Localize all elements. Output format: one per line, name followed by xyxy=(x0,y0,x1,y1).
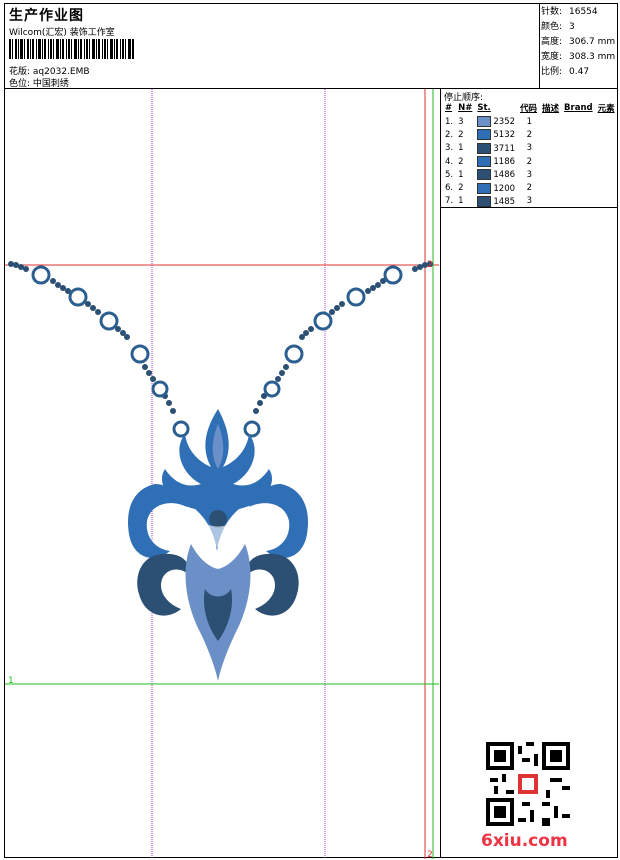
brand xyxy=(562,128,596,141)
spec-row: 宽度: 308.3 mm xyxy=(541,52,616,62)
stop-sequence-table: # N# St. 代码 描述 Brand 元素 1. 3 2352 1 2. 2 5132 2… xyxy=(443,102,618,208)
row-index: 3. xyxy=(445,143,454,154)
stitch-count: 5132 xyxy=(493,130,516,141)
column-header: 代码 xyxy=(520,104,538,114)
stitch-count: 3711 xyxy=(493,143,516,154)
sequence-row: 4. 2 1186 2 xyxy=(443,155,618,168)
guide-marker-2: 2 xyxy=(427,850,433,859)
color-swatch xyxy=(477,129,492,141)
element xyxy=(596,155,618,168)
necklace-chain xyxy=(8,261,433,414)
column-header: # xyxy=(445,103,453,113)
stitch-count: 2352 xyxy=(493,117,516,128)
stitch-cell: 1485 xyxy=(475,195,518,208)
color-swatch xyxy=(477,116,492,128)
sequence-row: 1. 3 2352 1 xyxy=(443,115,618,128)
sequence-row: 7. 1 1485 3 xyxy=(443,195,618,208)
description xyxy=(540,142,562,155)
row-index: 4. xyxy=(445,156,454,167)
color-code: 1 xyxy=(526,116,533,127)
description xyxy=(540,128,562,141)
sequence-row: 3. 1 3711 3 xyxy=(443,142,618,155)
color-swatch xyxy=(477,142,492,154)
stitch-count: 1486 xyxy=(493,170,516,181)
column-header: St. xyxy=(477,103,491,113)
column-header: N# xyxy=(458,103,473,113)
description xyxy=(540,195,562,208)
description xyxy=(540,115,562,128)
production-sheet: 生产作业图 Wilcom(汇宏) 装饰工作室 花版: aq2032.EMB 色位… xyxy=(4,3,618,859)
color-swatch xyxy=(477,169,492,181)
guide-marker-2: 2 xyxy=(427,260,433,270)
sequence-divider xyxy=(440,88,441,858)
qr-code xyxy=(486,742,570,826)
stitch-cell: 2352 xyxy=(475,115,518,128)
column-header: 元素 xyxy=(597,104,615,114)
pendant-motif xyxy=(128,409,308,681)
guide-marker-1: 1 xyxy=(8,676,14,686)
description xyxy=(540,181,562,194)
stitch-cell: 1200 xyxy=(475,181,518,194)
color-code: 2 xyxy=(526,183,533,194)
element xyxy=(596,128,618,141)
sequence-row: 5. 1 1486 3 xyxy=(443,168,618,181)
stitch-cell: 1186 xyxy=(475,155,518,168)
stitch-count: 1485 xyxy=(493,196,516,207)
brand xyxy=(562,155,596,168)
stitch-cell: 5132 xyxy=(475,128,518,141)
color-code: 3 xyxy=(526,169,533,180)
element xyxy=(596,195,618,208)
element xyxy=(596,142,618,155)
stitch-cell: 3711 xyxy=(475,142,518,155)
element xyxy=(596,168,618,181)
needle-number: 1 xyxy=(458,143,464,154)
color-code: 2 xyxy=(526,129,533,140)
description xyxy=(540,168,562,181)
needle-number: 3 xyxy=(458,116,464,127)
stitch-cell: 1486 xyxy=(475,168,518,181)
color-code: 3 xyxy=(526,143,533,154)
needle-number: 2 xyxy=(458,129,464,140)
row-index: 2. xyxy=(445,129,454,140)
stitch-count: 1186 xyxy=(493,157,516,168)
row-index: 1. xyxy=(445,116,454,127)
element xyxy=(596,181,618,194)
brand xyxy=(562,195,596,208)
spec-row: 高度: 306.7 mm xyxy=(541,37,616,47)
element xyxy=(596,115,618,128)
brand xyxy=(562,142,596,155)
sequence-row: 2. 2 5132 2 xyxy=(443,128,618,141)
specs-panel: 针数: 16554 颜色: 3 高度: 306.7 mm 宽度: 308.3 mm 比例… xyxy=(541,5,615,80)
sequence-row: 6. 2 1200 2 xyxy=(443,181,618,194)
description xyxy=(540,155,562,168)
brand xyxy=(562,115,596,128)
watermark-6xiu: 6xiu.com xyxy=(481,831,568,851)
embroidery-design-canvas: 2 1 2 xyxy=(5,89,439,859)
stitch-count: 1200 xyxy=(493,183,516,194)
color-swatch xyxy=(477,195,492,207)
row-index: 7. xyxy=(445,196,454,207)
column-header: Brand xyxy=(564,103,593,113)
brand xyxy=(562,168,596,181)
color-swatch xyxy=(477,156,492,168)
software-label: Wilcom(汇宏) 装饰工作室 xyxy=(9,28,115,38)
row-index: 6. xyxy=(445,183,454,194)
needle-number: 1 xyxy=(458,196,464,207)
page-title: 生产作业图 xyxy=(9,8,84,24)
spec-row: 针数: 16554 xyxy=(541,7,598,17)
spec-row: 颜色: 3 xyxy=(541,22,575,32)
color-code: 3 xyxy=(526,196,533,207)
color-code: 2 xyxy=(526,156,533,167)
row-index: 5. xyxy=(445,169,454,180)
needle-number: 2 xyxy=(458,156,464,167)
needle-number: 2 xyxy=(458,183,464,194)
barcode xyxy=(9,39,134,59)
spec-row: 比例: 0.47 xyxy=(541,67,590,77)
brand xyxy=(562,181,596,194)
column-header: 描述 xyxy=(542,104,560,114)
color-swatch xyxy=(477,182,492,194)
specs-divider xyxy=(539,4,540,88)
needle-number: 1 xyxy=(458,169,464,180)
